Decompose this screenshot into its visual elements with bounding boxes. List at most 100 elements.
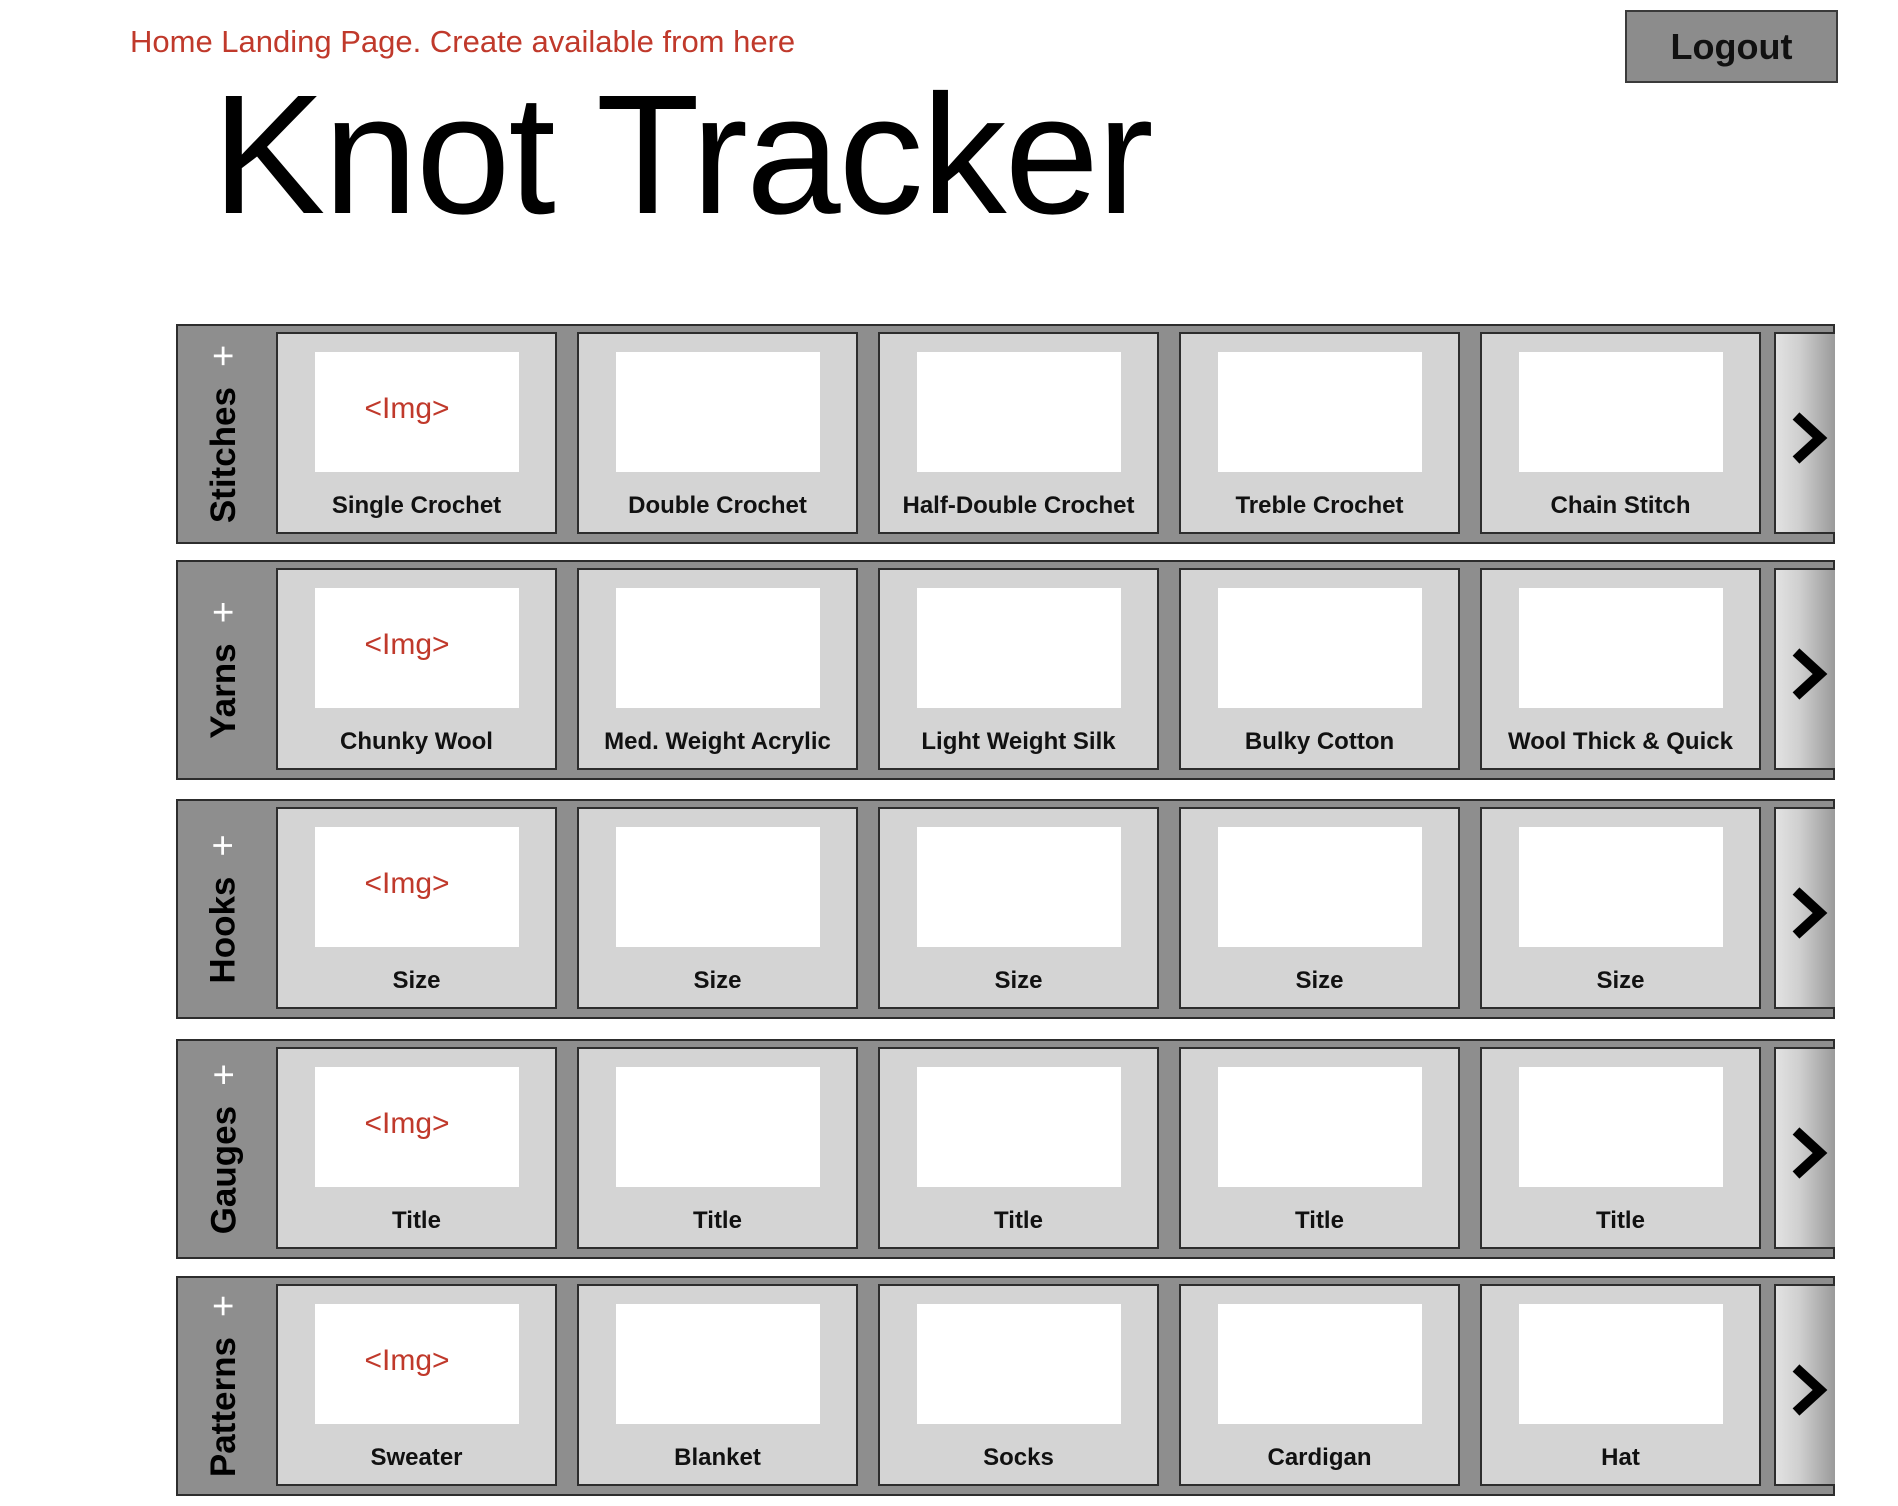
card-label: Title <box>392 1207 441 1234</box>
card-label: Med. Weight Acrylic <box>604 728 831 755</box>
section-stitches: Stitches + <Img> Single Crochet Double Croch… <box>176 324 1835 544</box>
yarns-card[interactable]: <Img> Chunky Wool <box>276 568 557 770</box>
yarns-card[interactable]: Med. Weight Acrylic <box>577 568 858 770</box>
card-image: <Img> <box>315 1067 519 1187</box>
card-image: <Img> <box>315 1304 519 1424</box>
card-image <box>1519 1304 1723 1424</box>
image-placeholder-text: <Img> <box>364 628 450 661</box>
section-title: Hooks <box>204 876 244 984</box>
section-yarns: Yarns + <Img> Chunky Wool Med. Weight Acryli… <box>176 560 1835 780</box>
card-image <box>917 827 1121 947</box>
card-image <box>1519 588 1723 708</box>
image-placeholder-text: <Img> <box>364 392 450 425</box>
section-header-inner: Patterns + <box>203 1295 245 1478</box>
section-title: Stitches <box>204 387 244 524</box>
section-header-inner: Yarns + <box>203 601 245 739</box>
card-image <box>1519 1067 1723 1187</box>
scroll-yarns-next-button[interactable] <box>1774 568 1835 770</box>
yarns-card[interactable]: Wool Thick & Quick <box>1480 568 1761 770</box>
card-image <box>616 1067 820 1187</box>
patterns-card[interactable]: Hat <box>1480 1284 1761 1486</box>
card-label: Chain Stitch <box>1550 492 1691 519</box>
card-label: Half-Double Crochet <box>902 492 1135 519</box>
card-label: Single Crochet <box>331 492 502 519</box>
section-header: Yarns + <box>178 562 270 778</box>
image-placeholder-text: <Img> <box>364 867 450 900</box>
card-image <box>1519 827 1723 947</box>
scroll-gauges-next-button[interactable] <box>1774 1047 1835 1249</box>
section-header-inner: Gauges + <box>203 1064 245 1235</box>
gauges-card[interactable]: <Img> Title <box>276 1047 557 1249</box>
card-label: Wool Thick & Quick <box>1508 728 1733 755</box>
card-label: Blanket <box>674 1444 761 1471</box>
patterns-card[interactable]: Socks <box>878 1284 1159 1486</box>
gauges-card[interactable]: Title <box>1480 1047 1761 1249</box>
stitches-card[interactable]: <Img> Single Crochet <box>276 332 557 534</box>
gauges-card[interactable]: Title <box>577 1047 858 1249</box>
scroll-hooks-next-button[interactable] <box>1774 807 1835 1009</box>
card-label: Chunky Wool <box>340 728 493 755</box>
add-patterns-icon[interactable]: + <box>203 1295 245 1317</box>
scroll-patterns-next-button[interactable] <box>1774 1284 1835 1486</box>
stitches-card[interactable]: Double Crochet <box>577 332 858 534</box>
card-label: Title <box>693 1207 742 1234</box>
section-title: Patterns <box>204 1337 244 1478</box>
card-label: Bulky Cotton <box>1244 728 1395 755</box>
hooks-card[interactable]: Size <box>1480 807 1761 1009</box>
hooks-card[interactable]: <Img> Size <box>276 807 557 1009</box>
patterns-card[interactable]: Blanket <box>577 1284 858 1486</box>
card-image <box>1218 827 1422 947</box>
scroll-stitches-next-button[interactable] <box>1774 332 1835 534</box>
hooks-card[interactable]: Size <box>1179 807 1460 1009</box>
card-image <box>1218 352 1422 472</box>
card-image <box>1218 1304 1422 1424</box>
add-hooks-icon[interactable]: + <box>203 834 245 856</box>
card-label: Cardigan <box>1267 1444 1372 1471</box>
page-title: Knot Tracker <box>212 60 1154 250</box>
add-gauges-icon[interactable]: + <box>203 1064 245 1086</box>
patterns-card[interactable]: <Img> Sweater <box>276 1284 557 1486</box>
yarns-card[interactable]: Bulky Cotton <box>1179 568 1460 770</box>
stitches-card[interactable]: Treble Crochet <box>1179 332 1460 534</box>
yarns-card[interactable]: Light Weight Silk <box>878 568 1159 770</box>
hooks-card[interactable]: Size <box>577 807 858 1009</box>
card-image <box>1218 588 1422 708</box>
card-label: Hat <box>1601 1444 1640 1471</box>
gauges-card[interactable]: Title <box>878 1047 1159 1249</box>
card-image <box>616 352 820 472</box>
add-yarns-icon[interactable]: + <box>203 601 245 623</box>
gauges-card[interactable]: Title <box>1179 1047 1460 1249</box>
card-label: Double Crochet <box>628 492 807 519</box>
section-gauges: Gauges + <Img> Title Title Title Title Title <box>176 1039 1835 1259</box>
card-image <box>917 1067 1121 1187</box>
card-label: Size <box>693 967 742 994</box>
section-header: Gauges + <box>178 1041 270 1257</box>
image-placeholder-text: <Img> <box>364 1344 450 1377</box>
stitches-card[interactable]: Chain Stitch <box>1480 332 1761 534</box>
section-title: Gauges <box>204 1105 243 1235</box>
card-image <box>917 588 1121 708</box>
section-header-inner: Stitches + <box>203 345 245 524</box>
section-title: Yarns <box>204 643 243 739</box>
hooks-card[interactable]: Size <box>878 807 1159 1009</box>
section-header: Patterns + <box>178 1278 270 1494</box>
chevron-right-icon <box>1792 648 1828 700</box>
card-label: Sweater <box>370 1444 463 1471</box>
card-label: Size <box>1295 967 1344 994</box>
header-note: Home Landing Page. Create available from… <box>130 24 796 59</box>
image-placeholder-text: <Img> <box>364 1107 450 1140</box>
logout-button[interactable]: Logout <box>1625 10 1838 83</box>
card-label: Size <box>1596 967 1645 994</box>
card-image: <Img> <box>315 588 519 708</box>
card-image: <Img> <box>315 827 519 947</box>
card-label: Treble Crochet <box>1235 492 1404 519</box>
add-stitches-icon[interactable]: + <box>203 345 245 367</box>
patterns-card[interactable]: Cardigan <box>1179 1284 1460 1486</box>
chevron-right-icon <box>1792 1364 1828 1416</box>
section-header: Stitches + <box>178 326 270 542</box>
stitches-card[interactable]: Half-Double Crochet <box>878 332 1159 534</box>
card-label: Title <box>1596 1207 1645 1234</box>
section-header: Hooks + <box>178 801 270 1017</box>
chevron-right-icon <box>1792 1127 1828 1179</box>
chevron-right-icon <box>1792 887 1828 939</box>
